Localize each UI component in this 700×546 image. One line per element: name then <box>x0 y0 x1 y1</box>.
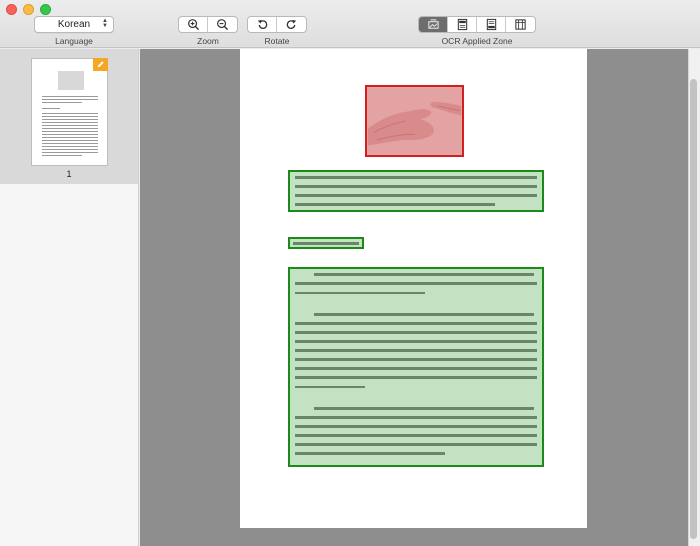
zone-header-button[interactable] <box>448 17 477 32</box>
image-zone[interactable] <box>365 85 464 157</box>
page-number: 1 <box>66 169 72 179</box>
language-group: Korean ▲ ▼ Language <box>34 16 114 46</box>
thumbnail-image <box>58 71 84 90</box>
ocr-zone-segment <box>418 16 536 33</box>
zoom-segment <box>178 16 238 33</box>
rotate-group: Rotate <box>247 16 307 46</box>
rotate-segment <box>247 16 307 33</box>
vertical-scrollbar[interactable] <box>688 49 700 546</box>
app-window: Korean ▲ ▼ Language Zoom Rotate OCR Appl… <box>0 0 700 546</box>
document-page[interactable] <box>240 49 587 528</box>
zone-table-icon <box>515 19 526 30</box>
zone-header-icon <box>457 18 467 31</box>
zone-image-button[interactable] <box>419 17 448 32</box>
text-zone-2[interactable] <box>288 237 364 249</box>
window-controls <box>6 4 51 15</box>
page-thumbnail-sidebar: 1 <box>0 49 139 546</box>
page-thumbnail-item[interactable]: 1 <box>0 49 138 184</box>
language-value: Korean <box>57 19 91 30</box>
zoom-window-button[interactable] <box>40 4 51 15</box>
zoom-out-icon <box>217 19 229 31</box>
chevron-updown-icon: ▲ ▼ <box>102 18 108 29</box>
language-select[interactable]: Korean ▲ ▼ <box>34 16 114 33</box>
zone-footer-button[interactable] <box>477 17 506 32</box>
zoom-in-button[interactable] <box>179 17 208 32</box>
rotate-right-button[interactable] <box>277 17 306 32</box>
ocr-zone-label: OCR Applied Zone <box>441 36 513 46</box>
language-label: Language <box>55 36 93 46</box>
zone-image-icon <box>427 19 439 29</box>
zoom-group: Zoom <box>178 16 238 46</box>
close-button[interactable] <box>6 4 17 15</box>
zoom-in-icon <box>187 19 199 31</box>
rotate-label: Rotate <box>264 36 290 46</box>
ocr-zone-group: OCR Applied Zone <box>418 16 536 46</box>
minimize-button[interactable] <box>23 4 34 15</box>
edited-badge <box>93 58 108 71</box>
document-view[interactable] <box>140 49 700 546</box>
text-zone-3[interactable] <box>288 267 544 467</box>
scrollbar-thumb[interactable] <box>690 79 697 539</box>
rotate-left-button[interactable] <box>248 17 277 32</box>
zone-footer-icon <box>486 18 496 31</box>
zoom-label: Zoom <box>197 36 219 46</box>
toolbar: Korean ▲ ▼ Language Zoom Rotate OCR Appl… <box>0 0 700 48</box>
pencil-icon <box>97 61 104 68</box>
text-zone-1[interactable] <box>288 170 544 212</box>
rotate-right-icon <box>286 19 297 29</box>
zoom-out-button[interactable] <box>208 17 237 32</box>
zone-table-button[interactable] <box>506 17 535 32</box>
page-thumbnail[interactable] <box>31 58 108 166</box>
rotate-left-icon <box>257 19 267 29</box>
hands-image <box>367 87 462 155</box>
